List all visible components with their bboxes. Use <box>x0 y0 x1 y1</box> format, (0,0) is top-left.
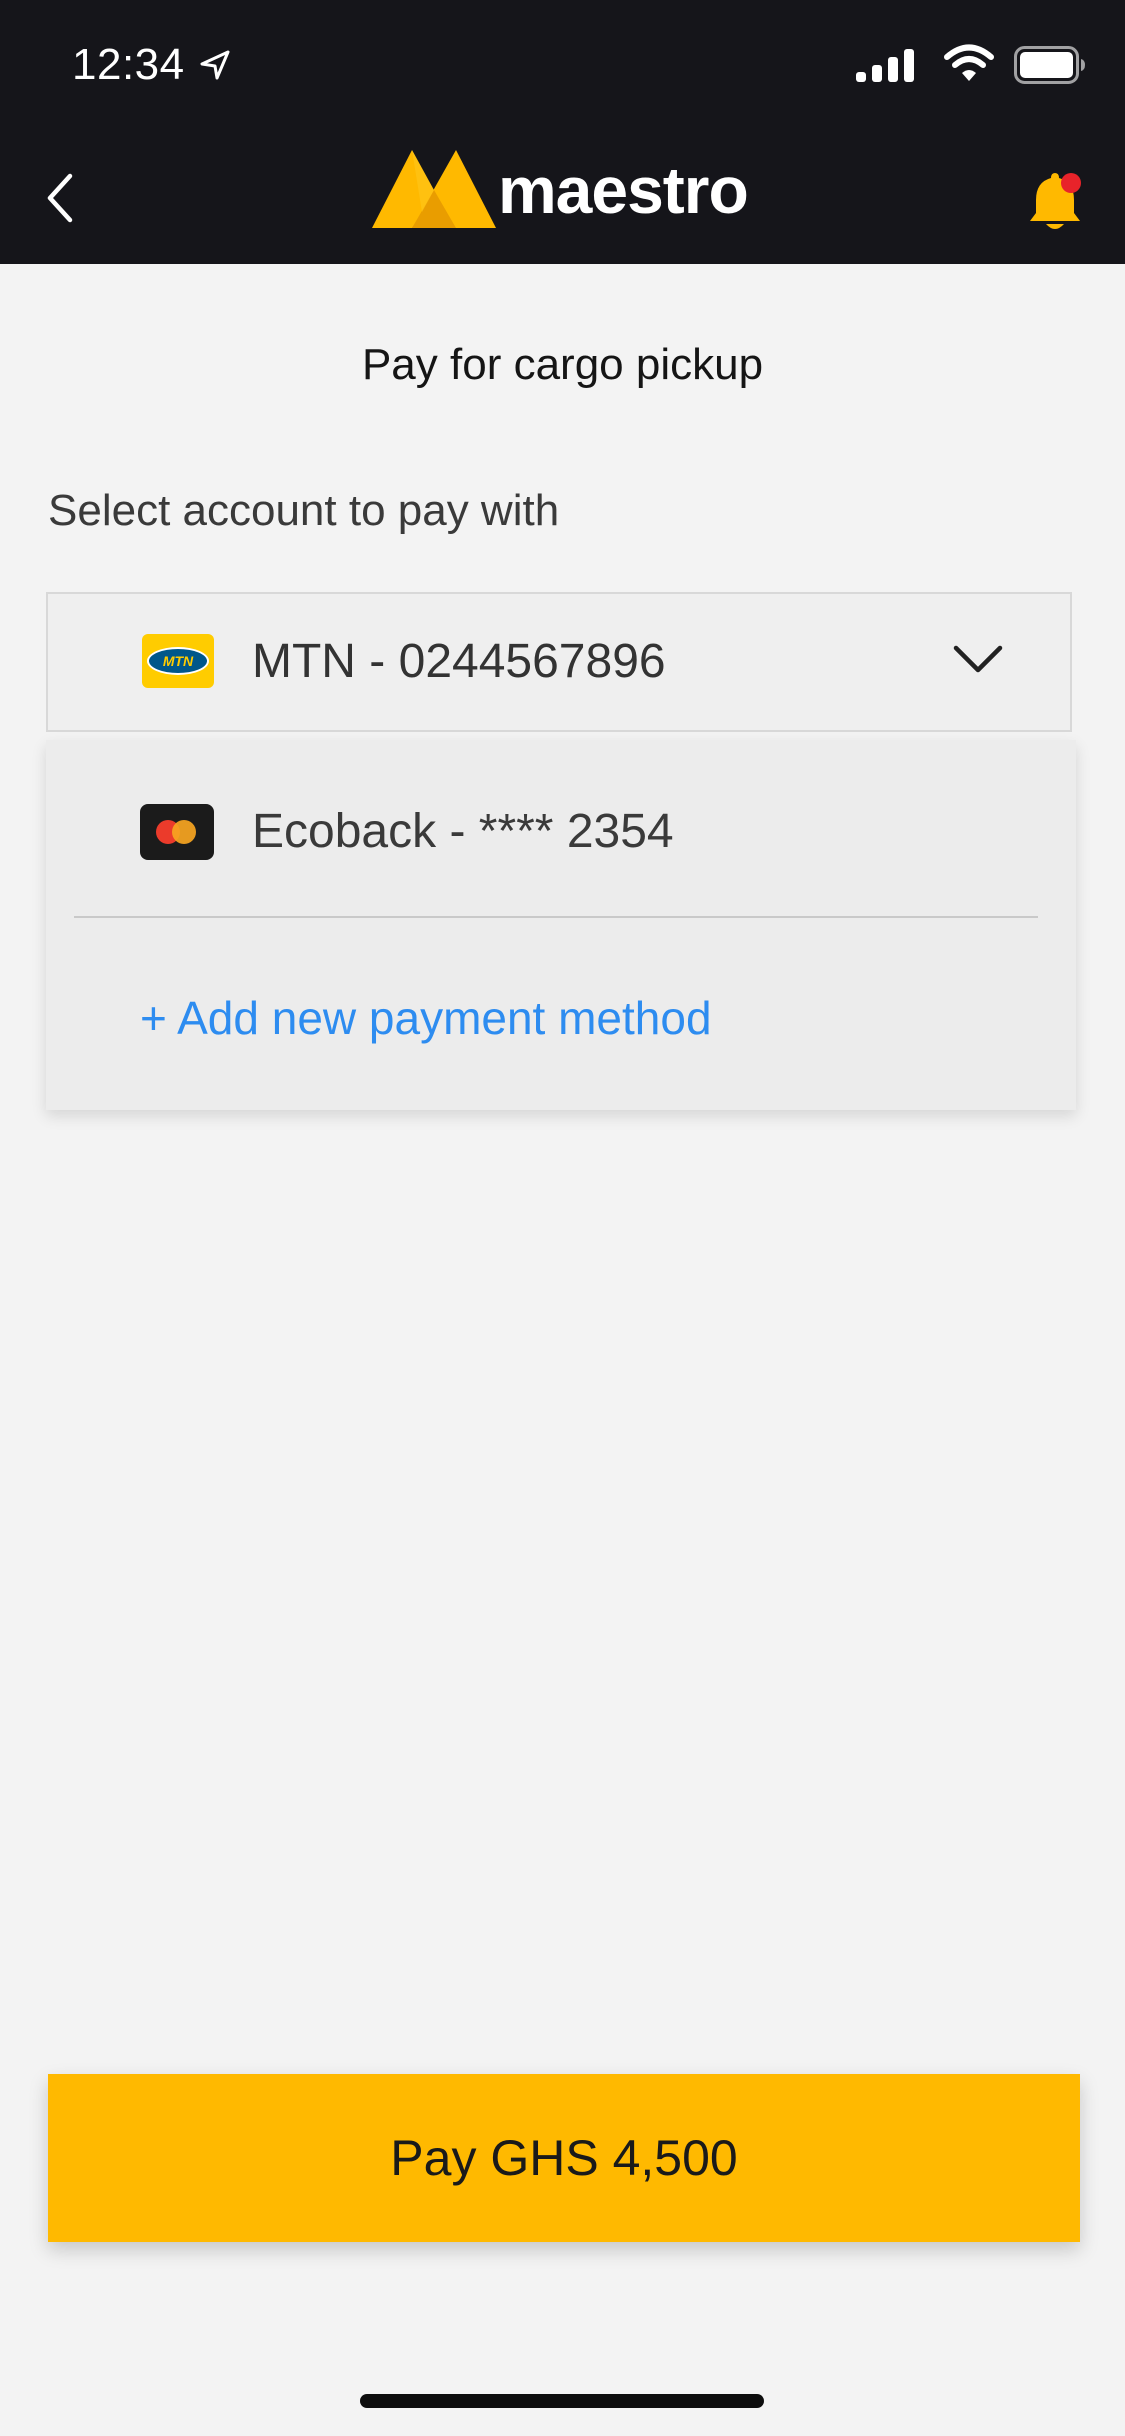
section-label: Select account to pay with <box>48 486 560 535</box>
top-bar: 12:34 maestro <box>0 0 1125 264</box>
chevron-left-icon <box>47 173 73 223</box>
location-arrow-icon <box>200 50 230 80</box>
mastercard-icon <box>140 804 214 860</box>
bell-icon <box>1030 173 1081 229</box>
home-indicator <box>360 2394 764 2408</box>
page-title: Pay for cargo pickup <box>361 340 764 389</box>
account-option-ecoback[interactable]: Ecoback - **** 2354 <box>252 804 674 860</box>
brand-logo: maestro <box>372 150 749 230</box>
selected-account-label: MTN - 0244567896 <box>252 635 666 688</box>
cellular-signal-icon <box>856 49 914 82</box>
status-time: 12:34 <box>72 40 185 89</box>
brand-name: maestro <box>498 153 749 227</box>
wifi-icon <box>944 44 994 81</box>
notifications-button[interactable] <box>1022 168 1088 236</box>
add-payment-method-link[interactable]: + Add new payment method <box>140 990 712 1046</box>
mtn-logo-icon: MTN <box>142 634 214 688</box>
maestro-logo-mark-icon <box>372 150 496 228</box>
pay-button[interactable]: Pay GHS 4,500 <box>48 2074 1080 2242</box>
mtn-logo-text: MTN <box>147 647 209 675</box>
mastercard-yellow-circle <box>172 820 196 844</box>
notification-badge <box>1061 173 1081 193</box>
battery-icon <box>1014 46 1085 84</box>
back-button[interactable] <box>40 166 80 230</box>
chevron-down-icon[interactable] <box>952 642 1004 676</box>
account-dropdown-menu: Ecoback - **** 2354 + Add new payment me… <box>46 740 1076 1110</box>
dropdown-divider <box>74 916 1038 918</box>
account-select[interactable]: MTN MTN - 0244567896 <box>46 592 1072 732</box>
